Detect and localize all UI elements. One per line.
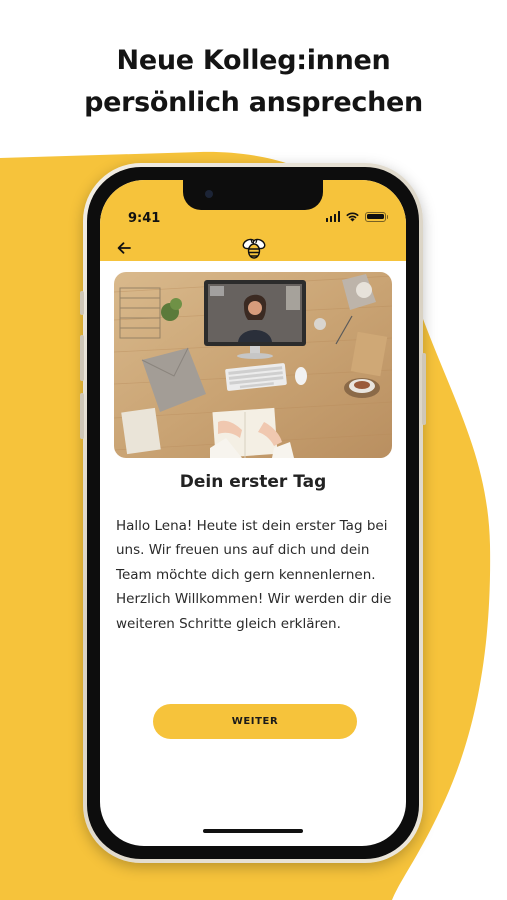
app-header: 9:41 [100,180,406,261]
phone-screen: 9:41 Dein erster Tag Hallo Lena! Heute i… [100,180,406,846]
welcome-message: Hallo Lena! Heute ist dein erster Tag be… [116,514,398,636]
phone-frame: 9:41 Dein erster Tag Hallo Lena! Heute i… [80,163,426,863]
phone-bezel: 9:41 Dein erster Tag Hallo Lena! Heute i… [87,167,419,859]
headline-line-2: persönlich ansprechen [84,87,423,118]
arrow-left-icon [117,242,131,254]
continue-button[interactable]: WEITER [153,704,357,739]
home-indicator[interactable] [203,829,303,833]
headline-line-1: Neue Kolleg:innen [116,45,391,76]
cellular-signal-icon [325,211,340,222]
card-title: Dein erster Tag [179,472,327,492]
hero-image [114,272,392,458]
phone-volume-up-button [80,335,84,381]
welcome-paragraph-1: Hallo Lena! Heute ist dein erster Tag be… [116,518,388,583]
phone-notch [183,180,323,210]
phone-power-button [422,353,426,425]
welcome-paragraph-2: Herzlich Willkommen! Wir werden dir die … [116,591,392,632]
phone-side-button [80,291,84,315]
promo-headline: Neue Kolleg:innen persönlich ansprechen [0,40,507,124]
battery-icon [365,211,388,222]
desk-video-call-image [114,272,392,458]
bee-logo-icon [242,238,266,259]
back-button[interactable] [114,238,134,258]
wifi-icon [346,212,359,222]
front-camera-icon [205,190,213,198]
phone-volume-down-button [80,393,84,439]
status-bar-icons [325,211,388,222]
status-bar-time: 9:41 [128,211,161,226]
